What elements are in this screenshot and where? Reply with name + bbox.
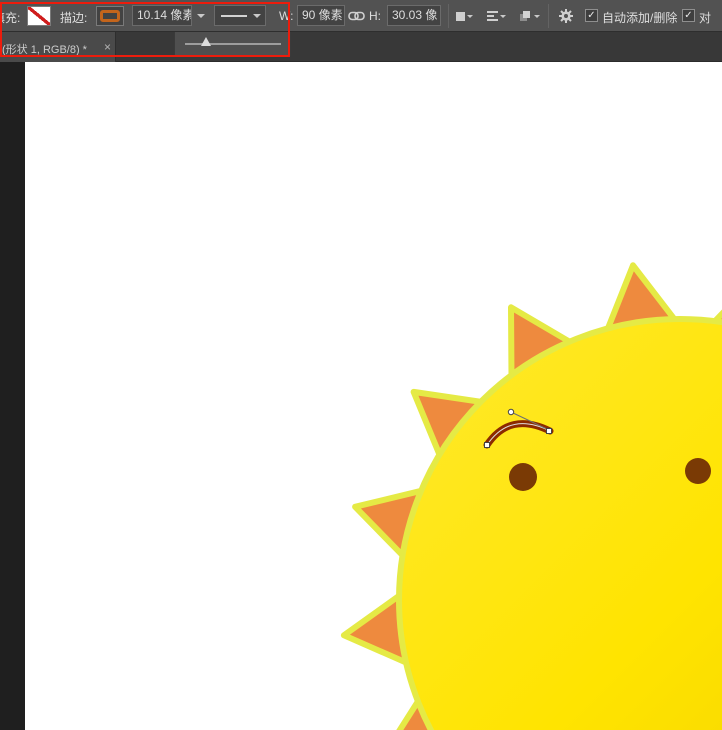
path-operations-button[interactable]	[456, 6, 473, 26]
square-shape-icon	[456, 12, 465, 21]
anchor-point-right[interactable]	[547, 429, 552, 434]
stroke-width-dropdown-button[interactable]	[193, 5, 208, 26]
stacked-layers-icon	[518, 9, 532, 23]
stroke-label: 描边:	[60, 9, 87, 26]
direction-handle-point[interactable]	[508, 409, 513, 414]
separator	[548, 4, 549, 28]
document-tab-bar: (形状 1, RGB/8) * ×	[0, 32, 722, 62]
auto-add-delete-checkbox[interactable]: ✓	[585, 9, 598, 22]
path-alignment-button[interactable]	[487, 6, 506, 26]
fill-color-swatch[interactable]	[27, 6, 51, 26]
left-eye	[509, 463, 537, 491]
left-toolbar-strip	[0, 62, 25, 730]
separator	[448, 4, 449, 28]
stroke-width-slider-track[interactable]	[185, 43, 281, 45]
solid-line-icon	[221, 15, 247, 17]
chevron-down-icon	[253, 14, 261, 18]
chevron-down-icon	[500, 15, 506, 18]
sun-face	[399, 319, 722, 730]
auto-add-delete-label: 自动添加/删除	[602, 9, 677, 26]
height-label: H:	[369, 9, 381, 23]
stroke-color-swatch[interactable]	[96, 6, 124, 26]
canvas-area[interactable]	[25, 62, 722, 730]
stroke-color-sample	[100, 10, 120, 22]
stroke-style-select[interactable]	[214, 5, 266, 26]
document-tab-title: (形状 1, RGB/8) *	[2, 41, 87, 57]
shape-width-field[interactable]: 90 像素	[297, 5, 345, 26]
stroke-width-slider-thumb[interactable]	[201, 37, 211, 46]
link-dimensions-button[interactable]	[348, 6, 365, 26]
anchor-point-left[interactable]	[485, 443, 490, 448]
right-eye	[685, 458, 711, 484]
photoshop-window: 填充: 描边: 10.14 像素 W: 90 像素 H: 30.03 像	[0, 0, 722, 730]
chain-link-icon	[348, 9, 365, 23]
width-label: W:	[279, 9, 293, 23]
chevron-down-icon	[197, 14, 205, 18]
tool-options-bar: 填充: 描边: 10.14 像素 W: 90 像素 H: 30.03 像	[0, 0, 722, 32]
gear-icon	[557, 7, 575, 25]
sun-drawing	[25, 62, 722, 730]
close-icon[interactable]: ×	[104, 40, 111, 54]
tool-settings-button[interactable]	[557, 6, 575, 26]
document-tab[interactable]: (形状 1, RGB/8) * ×	[0, 32, 116, 62]
align-edges-checkbox[interactable]: ✓	[682, 9, 695, 22]
path-arrangement-button[interactable]	[518, 6, 540, 26]
align-bars-icon	[487, 9, 498, 23]
stroke-width-field[interactable]: 10.14 像素	[132, 5, 192, 26]
stroke-width-slider-panel	[174, 32, 291, 56]
fill-label: 填充:	[0, 9, 20, 26]
chevron-down-icon	[467, 15, 473, 18]
chevron-down-icon	[534, 15, 540, 18]
align-edges-label: 对	[699, 9, 711, 26]
shape-height-field[interactable]: 30.03 像	[387, 5, 441, 26]
